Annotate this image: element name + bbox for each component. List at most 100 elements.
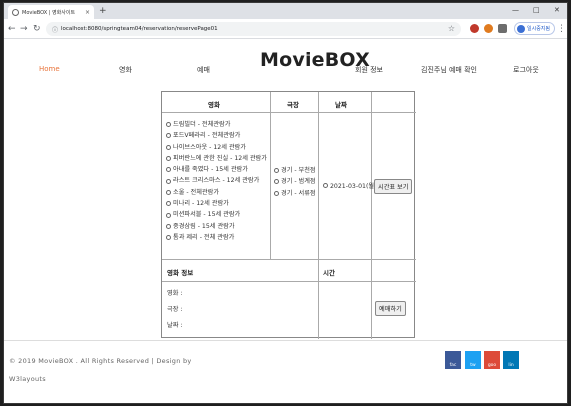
radio-button[interactable] bbox=[166, 189, 171, 195]
radio-button[interactable] bbox=[166, 122, 171, 128]
nav-reserve-link[interactable]: 예매 bbox=[197, 65, 210, 75]
designer-link[interactable]: W3layouts bbox=[9, 375, 46, 383]
radio-button[interactable] bbox=[274, 168, 279, 174]
reserve-button[interactable]: 예매하기 bbox=[375, 301, 406, 316]
tab-strip: MovieBOX | 영화사이트 × + — □ ✕ bbox=[4, 3, 567, 19]
theater-option[interactable]: 경기 - 범계점 bbox=[274, 176, 316, 187]
facebook-label: fac bbox=[449, 363, 457, 368]
browser-toolbar: ← → ↻ ⓘ localhost:8080/springteam04/rese… bbox=[4, 19, 567, 39]
maximize-button[interactable]: □ bbox=[533, 4, 540, 16]
nav-home-link[interactable]: Home bbox=[39, 65, 60, 73]
browser-tab[interactable]: MovieBOX | 영화사이트 × bbox=[8, 5, 94, 19]
theater-option[interactable]: 경기 - 서류점 bbox=[274, 188, 316, 199]
profile-label: 일시중지됨 bbox=[527, 26, 551, 32]
nav-movies-link[interactable]: 영화 bbox=[119, 65, 132, 75]
movie-option-label: 라스트 크리스마스 - 12세 관람가 bbox=[173, 177, 260, 185]
movie-option[interactable]: 피버란느에 관한 진실 - 12세 관람가 bbox=[166, 153, 270, 164]
google-plus-label: goo bbox=[487, 363, 497, 368]
twitter-icon[interactable]: tw bbox=[465, 351, 481, 369]
radio-button[interactable] bbox=[323, 183, 328, 188]
movie-option-label: 나이브스아웃 - 12세 관람가 bbox=[173, 143, 246, 151]
linkedin-icon[interactable]: lin bbox=[503, 351, 519, 369]
movie-option[interactable]: 아내를 죽였다 - 15세 관람가 bbox=[166, 164, 270, 175]
tab-close-icon[interactable]: × bbox=[85, 9, 90, 16]
reload-icon[interactable]: ↻ bbox=[33, 22, 41, 36]
movie-option-label: 포드V페라리 - 전체관람가 bbox=[173, 132, 241, 140]
nav-my-reservations-link[interactable]: 김진주님 예매 확인 bbox=[421, 65, 477, 75]
url-text: localhost:8080/springteam04/reservation/… bbox=[61, 26, 218, 32]
forward-arrow-icon[interactable]: → bbox=[20, 22, 28, 36]
extension-shield-icon[interactable] bbox=[484, 24, 493, 33]
avatar bbox=[517, 24, 525, 33]
bookmark-star-icon[interactable]: ☆ bbox=[448, 22, 455, 36]
date-option-label: 2021-03-01(월) bbox=[330, 183, 377, 190]
minimize-button[interactable]: — bbox=[512, 4, 519, 16]
extensions-puzzle-icon[interactable] bbox=[498, 24, 507, 33]
new-tab-button[interactable]: + bbox=[99, 5, 107, 17]
info-date-label: 날짜 : bbox=[167, 322, 183, 329]
timetable-button[interactable]: 시간표 보기 bbox=[374, 179, 413, 194]
date-option[interactable]: 2021-03-01(월) bbox=[323, 181, 376, 190]
info-movie-label: 영화 : bbox=[167, 290, 183, 297]
radio-button[interactable] bbox=[274, 190, 279, 196]
window-close-button[interactable]: ✕ bbox=[554, 4, 560, 16]
header-movie: 영화 bbox=[208, 101, 220, 109]
movie-option[interactable]: 중경삼림 - 15세 관람가 bbox=[166, 221, 270, 232]
site-logo[interactable]: MovieBOX bbox=[260, 49, 370, 71]
movie-option[interactable]: 포드V페라리 - 전체관람가 bbox=[166, 130, 270, 141]
radio-button[interactable] bbox=[166, 212, 171, 218]
info-icon[interactable]: ⓘ bbox=[52, 25, 58, 34]
nav-member-info-link[interactable]: 회원 정보 bbox=[355, 65, 383, 75]
divider bbox=[270, 92, 271, 259]
reservation-table: 영화 극장 날짜 영화 정보 시간 드림빌더 - 전체관람가 포드V페라리 - … bbox=[161, 91, 416, 339]
facebook-icon[interactable]: fac bbox=[445, 351, 461, 369]
movie-option-label: 톰과 제리 - 전체 관람가 bbox=[173, 233, 235, 241]
radio-button[interactable] bbox=[166, 201, 171, 207]
movie-option[interactable]: 톰과 제리 - 전체 관람가 bbox=[166, 232, 270, 243]
linkedin-label: lin bbox=[508, 363, 514, 368]
radio-button[interactable] bbox=[166, 167, 171, 173]
back-arrow-icon[interactable]: ← bbox=[8, 22, 16, 36]
movie-option-label: 미션파서블 - 15세 관람가 bbox=[173, 211, 241, 219]
movie-option-label: 미나리 - 12세 관람가 bbox=[173, 200, 229, 208]
movie-option[interactable]: 라스트 크리스마스 - 12세 관람가 bbox=[166, 175, 270, 186]
movie-option[interactable]: 소울 - 전체관람가 bbox=[166, 187, 270, 198]
address-bar[interactable]: ⓘ localhost:8080/springteam04/reservatio… bbox=[46, 22, 461, 36]
extension-stop-icon[interactable] bbox=[470, 24, 479, 33]
globe-icon bbox=[12, 8, 19, 16]
browser-window: MovieBOX | 영화사이트 × + — □ ✕ ← → ↻ ⓘ local… bbox=[3, 2, 568, 404]
google-plus-icon[interactable]: goo bbox=[484, 351, 500, 369]
header-date: 날짜 bbox=[335, 101, 347, 109]
movie-option-label: 중경삼림 - 15세 관람가 bbox=[173, 222, 235, 230]
radio-button[interactable] bbox=[166, 235, 171, 241]
movie-option[interactable]: 미나리 - 12세 관람가 bbox=[166, 198, 270, 209]
divider bbox=[162, 281, 416, 282]
movie-option[interactable]: 드림빌더 - 전체관람가 bbox=[166, 119, 270, 130]
profile-button[interactable]: 일시중지됨 bbox=[514, 22, 556, 35]
divider bbox=[162, 112, 416, 113]
radio-button[interactable] bbox=[166, 144, 171, 150]
info-theater-label: 극장 : bbox=[167, 306, 183, 313]
radio-button[interactable] bbox=[274, 179, 279, 185]
theater-option-label: 경기 - 서류점 bbox=[281, 189, 316, 197]
header-time: 시간 bbox=[323, 269, 335, 277]
radio-button[interactable] bbox=[166, 223, 171, 229]
radio-button[interactable] bbox=[166, 156, 171, 162]
movie-option[interactable]: 미션파서블 - 15세 관람가 bbox=[166, 209, 270, 220]
divider bbox=[371, 92, 372, 339]
kebab-menu-icon[interactable]: ⋮ bbox=[557, 22, 566, 36]
radio-button[interactable] bbox=[166, 133, 171, 139]
nav-logout-link[interactable]: 로그아웃 bbox=[513, 65, 539, 75]
divider bbox=[318, 92, 319, 339]
twitter-label: tw bbox=[470, 363, 476, 368]
copyright-text: © 2019 MovieBOX . All Rights Reserved | … bbox=[9, 357, 192, 365]
radio-button[interactable] bbox=[166, 178, 171, 184]
movie-option-label: 소울 - 전체관람가 bbox=[173, 188, 220, 196]
movie-option[interactable]: 나이브스아웃 - 12세 관람가 bbox=[166, 142, 270, 153]
movie-option-label: 피버란느에 관한 진실 - 12세 관람가 bbox=[173, 154, 267, 162]
header-theater: 극장 bbox=[287, 101, 299, 109]
divider bbox=[162, 259, 416, 260]
movie-option-label: 아내를 죽였다 - 15세 관람가 bbox=[173, 166, 248, 174]
theater-option[interactable]: 경기 - 부천점 bbox=[274, 165, 316, 176]
movie-option-label: 드림빌더 - 전체관람가 bbox=[173, 121, 231, 128]
